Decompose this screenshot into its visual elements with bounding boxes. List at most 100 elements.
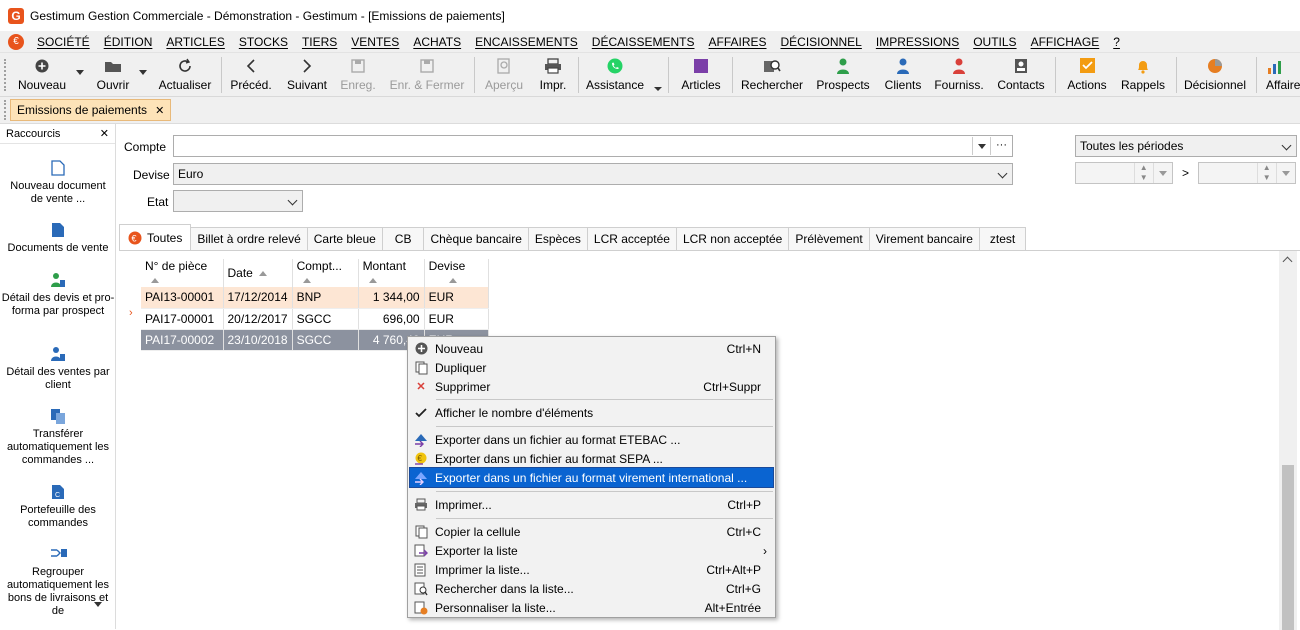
menu-item-export-international[interactable]: Exporter dans un fichier au format virem… bbox=[409, 467, 774, 488]
menu-item-copier-cellule[interactable]: Copier la cellule Ctrl+C bbox=[410, 522, 773, 541]
table-cell[interactable]: PAI13-00001 bbox=[141, 287, 224, 309]
table-cell[interactable]: 20/12/2017 bbox=[223, 308, 293, 330]
table-cell[interactable]: SGCC bbox=[292, 329, 359, 351]
next-button[interactable]: Suivant bbox=[284, 53, 330, 97]
save-button[interactable]: Enreg. bbox=[336, 53, 380, 97]
clients-button[interactable]: Clients bbox=[880, 53, 926, 97]
etat-select[interactable] bbox=[173, 190, 303, 212]
tab-virement-bancaire[interactable]: Virement bancaire bbox=[869, 227, 980, 251]
column-header[interactable]: Montant bbox=[358, 259, 425, 287]
tab-especes[interactable]: Espèces bbox=[528, 227, 588, 251]
menu-achats[interactable]: ACHATS bbox=[406, 31, 468, 53]
assistance-button[interactable]: Assistance bbox=[584, 53, 646, 97]
menu-articles[interactable]: ARTICLES bbox=[159, 31, 231, 53]
table-cell[interactable]: PAI17-00002 bbox=[141, 329, 224, 351]
save-close-button[interactable]: Enr. & Fermer bbox=[388, 53, 466, 97]
toolbar-overflow-icon[interactable] bbox=[654, 87, 662, 91]
reminders-button[interactable]: Rappels bbox=[1118, 53, 1168, 97]
menu-help[interactable]: ? bbox=[1106, 31, 1127, 53]
date-dropdown-button[interactable] bbox=[1154, 163, 1172, 183]
menu-decaissements[interactable]: DÉCAISSEMENTS bbox=[585, 31, 702, 53]
shortcut-transfer-orders[interactable]: Transférer automatiquement les commandes… bbox=[0, 408, 116, 467]
column-header[interactable]: Compt... bbox=[292, 259, 359, 287]
tab-lcr-acceptee[interactable]: LCR acceptée bbox=[587, 227, 677, 251]
column-header[interactable]: Date bbox=[223, 259, 293, 287]
menu-encaissements[interactable]: ENCAISSEMENTS bbox=[468, 31, 585, 53]
menu-societe[interactable]: SOCIÉTÉ bbox=[30, 31, 97, 53]
date-dropdown-button[interactable] bbox=[1277, 163, 1295, 183]
compte-more-button[interactable]: ··· bbox=[990, 137, 1012, 155]
tab-cheque-bancaire[interactable]: Chèque bancaire bbox=[424, 227, 529, 251]
actions-button[interactable]: Actions bbox=[1062, 53, 1112, 97]
shortcut-new-sales-document[interactable]: Nouveau document de vente ... bbox=[0, 160, 116, 206]
table-row[interactable]: PAI17-00001 20/12/2017 SGCC 696,00 EUR bbox=[141, 308, 489, 330]
menu-affichage[interactable]: AFFICHAGE bbox=[1024, 31, 1107, 53]
print-button[interactable]: Impr. bbox=[534, 53, 572, 97]
menu-tiers[interactable]: TIERS bbox=[295, 31, 344, 53]
menu-item-rechercher-liste[interactable]: Rechercher dans la liste... Ctrl+G bbox=[410, 579, 773, 598]
menu-item-supprimer[interactable]: ✕ Supprimer Ctrl+Suppr bbox=[410, 377, 773, 396]
suppliers-button[interactable]: Fourniss. bbox=[934, 53, 984, 97]
search-button[interactable]: Rechercher bbox=[740, 53, 804, 97]
vertical-scrollbar[interactable] bbox=[1279, 251, 1297, 630]
tab-prelevement[interactable]: Prélèvement bbox=[789, 227, 870, 251]
preview-button[interactable]: Aperçu bbox=[482, 53, 526, 97]
table-cell[interactable]: EUR bbox=[424, 287, 489, 309]
column-header[interactable]: N° de pièce bbox=[141, 259, 224, 287]
shortcut-sales-documents[interactable]: Documents de vente bbox=[0, 222, 116, 255]
menu-affaires[interactable]: AFFAIRES bbox=[701, 31, 773, 53]
shortcut-group-deliveries[interactable]: Regrouper automatiquement les bons de li… bbox=[0, 546, 116, 618]
previous-button[interactable]: Précéd. bbox=[228, 53, 274, 97]
shortcut-sales-by-client[interactable]: Détail des ventes par client bbox=[0, 346, 116, 392]
menu-edition[interactable]: ÉDITION bbox=[97, 31, 160, 53]
table-cell[interactable]: 17/12/2014 bbox=[223, 287, 293, 309]
table-cell[interactable]: 1 344,00 bbox=[358, 287, 425, 309]
shortcut-quotes-detail[interactable]: Détail des devis et pro-forma par prospe… bbox=[0, 272, 116, 318]
spin-updown-icon[interactable]: ▲ ▼ bbox=[1258, 163, 1277, 183]
open-dropdown-icon[interactable] bbox=[139, 70, 147, 75]
table-cell[interactable]: 23/10/2018 bbox=[223, 329, 293, 351]
table-cell[interactable]: 696,00 bbox=[358, 308, 425, 330]
menu-item-export-sepa[interactable]: € Exporter dans un fichier au format SEP… bbox=[410, 449, 773, 468]
close-icon[interactable]: ✕ bbox=[155, 104, 164, 117]
menu-item-personnaliser-liste[interactable]: Personnaliser la liste... Alt+Entrée bbox=[410, 598, 773, 617]
menu-item-nouveau[interactable]: Nouveau Ctrl+N bbox=[410, 339, 773, 358]
refresh-button[interactable]: Actualiser bbox=[156, 53, 214, 97]
affaires-button[interactable]: Affaire bbox=[1262, 53, 1300, 97]
menu-item-imprimer[interactable]: Imprimer... Ctrl+P bbox=[410, 495, 773, 514]
tab-carte-bleue[interactable]: Carte bleue bbox=[307, 227, 383, 251]
open-button[interactable]: Ouvrir bbox=[90, 53, 136, 97]
table-row[interactable]: PAI13-00001 17/12/2014 BNP 1 344,00 EUR bbox=[141, 287, 489, 309]
table-cell[interactable]: PAI17-00001 bbox=[141, 308, 224, 330]
compte-field[interactable]: ··· bbox=[173, 135, 1013, 157]
tab-ztest[interactable]: ztest bbox=[979, 227, 1027, 251]
tab-lcr-non-acceptee[interactable]: LCR non acceptée bbox=[676, 227, 790, 251]
menu-item-imprimer-liste[interactable]: Imprimer la liste... Ctrl+Alt+P bbox=[410, 560, 773, 579]
period-end-date[interactable]: ▲ ▼ bbox=[1198, 162, 1296, 184]
new-button[interactable]: Nouveau bbox=[16, 53, 68, 97]
period-start-date[interactable]: ▲ ▼ bbox=[1075, 162, 1173, 184]
menu-outils[interactable]: OUTILS bbox=[966, 31, 1023, 53]
sidebar-scroll-down-icon[interactable] bbox=[94, 602, 102, 607]
tab-cb[interactable]: CB bbox=[382, 227, 425, 251]
articles-button[interactable]: Articles bbox=[678, 53, 724, 97]
decisionnel-button[interactable]: Décisionnel bbox=[1182, 53, 1248, 97]
menu-item-export-etebac[interactable]: Exporter dans un fichier au format ETEBA… bbox=[410, 430, 773, 449]
table-cell[interactable]: BNP bbox=[292, 287, 359, 309]
menu-decisionnel[interactable]: DÉCISIONNEL bbox=[774, 31, 869, 53]
tab-billet-ordre[interactable]: Billet à ordre relevé bbox=[191, 227, 308, 251]
toolbar-grip[interactable] bbox=[4, 59, 6, 91]
app-menu-icon[interactable]: € bbox=[8, 33, 24, 50]
scrollbar-thumb[interactable] bbox=[1282, 465, 1294, 630]
document-tab-emissions[interactable]: Emissions de paiements ✕ bbox=[10, 99, 172, 121]
menu-item-exporter-liste[interactable]: Exporter la liste › bbox=[410, 541, 773, 560]
menu-stocks[interactable]: STOCKS bbox=[232, 31, 295, 53]
shortcut-orders-portfolio[interactable]: C Portefeuille des commandes bbox=[0, 484, 116, 530]
sidebar-close-icon[interactable]: ✕ bbox=[100, 127, 109, 140]
new-dropdown-icon[interactable] bbox=[76, 70, 84, 75]
scroll-up-icon[interactable] bbox=[1282, 256, 1293, 267]
prospects-button[interactable]: Prospects bbox=[814, 53, 872, 97]
table-cell[interactable]: SGCC bbox=[292, 308, 359, 330]
tab-toutes[interactable]: € Toutes bbox=[119, 224, 192, 251]
menu-item-dupliquer[interactable]: Dupliquer bbox=[410, 358, 773, 377]
